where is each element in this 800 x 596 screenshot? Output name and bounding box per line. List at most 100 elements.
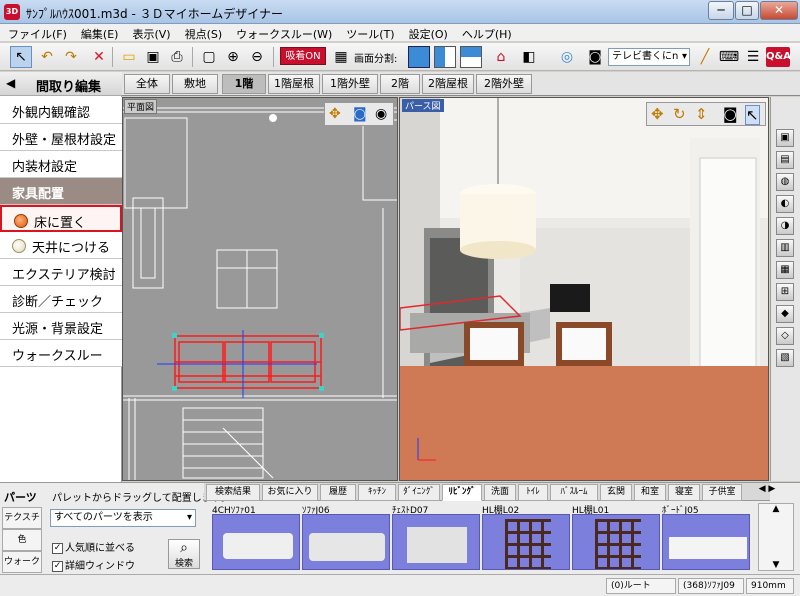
split-horizontal-icon[interactable]: [460, 46, 482, 68]
fit-camera-icon[interactable]: ◙: [723, 105, 738, 123]
fit-view-icon[interactable]: ▢: [198, 46, 220, 68]
tab-site[interactable]: 敷地: [172, 74, 218, 94]
popular-sort-checkbox[interactable]: ✓ 人気順に並べる: [52, 539, 135, 554]
list-icon[interactable]: ☰: [742, 46, 764, 68]
mode-3-icon[interactable]: ◍: [776, 173, 794, 191]
menu-exterior-interior-check[interactable]: 外観内観確認: [0, 97, 122, 124]
tab-floor1-wall[interactable]: 1階外壁: [322, 74, 378, 94]
mode-9-icon[interactable]: ◆: [776, 305, 794, 323]
tab-toilet[interactable]: ﾄｲﾚ: [518, 484, 548, 501]
camera-rotate-icon[interactable]: ◉: [375, 106, 387, 122]
menu-diagnosis-check[interactable]: 診断／チェック: [0, 286, 122, 313]
measure-icon[interactable]: ╱: [694, 46, 716, 68]
maximize-button[interactable]: □: [735, 1, 759, 20]
qa-button[interactable]: Q&A: [766, 47, 791, 67]
tab-washroom[interactable]: 洗面: [484, 484, 516, 501]
menu-walkthrough[interactable]: ウォークスルー(W): [228, 24, 338, 42]
menu-walkthrough[interactable]: ウォークスルー: [0, 340, 122, 367]
menu-settings[interactable]: 設定(O): [401, 24, 454, 42]
mode-11-icon[interactable]: ▧: [776, 349, 794, 367]
menu-file[interactable]: ファイル(F): [0, 24, 73, 42]
menu-wall-roof-material[interactable]: 外壁・屋根材設定: [0, 124, 122, 151]
perspective-view[interactable]: パース図 ✥ ↻ ⇕ ◙ ↖: [399, 97, 769, 481]
pointer-icon[interactable]: ↖: [745, 105, 760, 125]
menu-help[interactable]: ヘルプ(H): [454, 24, 518, 42]
part-item[interactable]: HL棚L02: [482, 503, 572, 571]
parts-filter-select[interactable]: すべてのパーツを表示: [50, 509, 196, 527]
detail-window-checkbox[interactable]: ✓ 詳細ウィンドウ: [52, 557, 135, 572]
delete-icon[interactable]: ✕: [88, 46, 110, 68]
tab-floor2-roof[interactable]: 2階屋根: [422, 74, 474, 94]
snap-toggle-button[interactable]: 吸着ON: [280, 47, 326, 65]
split-single-icon[interactable]: [408, 46, 430, 68]
keyboard-icon[interactable]: ⌨: [718, 46, 740, 68]
tab-bathroom[interactable]: ﾊﾞｽﾙｰﾑ: [550, 484, 598, 501]
search-button[interactable]: ⌕ 検索: [168, 539, 200, 569]
tab-floor1-roof[interactable]: 1階屋根: [268, 74, 320, 94]
parts-scrollbar[interactable]: ▲ ▼: [758, 503, 794, 571]
orbit-icon[interactable]: ↻: [673, 105, 686, 123]
tab-bedroom[interactable]: 寝室: [668, 484, 700, 501]
category-scroll[interactable]: ◀ ▶: [752, 484, 782, 501]
menu-view[interactable]: 表示(V): [124, 24, 176, 42]
tab-floor1[interactable]: 1階: [222, 74, 266, 94]
tab-history[interactable]: 履歴: [320, 484, 356, 501]
tab-dining[interactable]: ﾀﾞｲﾆﾝｸﾞ: [398, 484, 440, 501]
redo-icon[interactable]: ↷: [60, 46, 82, 68]
tab-japanese-room[interactable]: 和室: [634, 484, 666, 501]
perspective-render[interactable]: [400, 98, 769, 481]
grid-icon[interactable]: ▦: [330, 46, 352, 68]
split-vertical-icon[interactable]: [434, 46, 456, 68]
print-icon[interactable]: ⎙: [166, 46, 188, 68]
menu-light-background[interactable]: 光源・背景設定: [0, 313, 122, 340]
minimize-button[interactable]: ─: [708, 1, 734, 20]
view-preset-select[interactable]: テレビ書くにn: [608, 48, 690, 66]
tab-floor2-wall[interactable]: 2階外壁: [476, 74, 532, 94]
menu-interior-material[interactable]: 内装材設定: [0, 151, 122, 178]
menu-viewpoint[interactable]: 視点(S): [177, 24, 229, 42]
tab-all[interactable]: 全体: [124, 74, 170, 94]
tab-favorites[interactable]: お気に入り: [262, 484, 318, 501]
camera-icon[interactable]: ◙: [584, 46, 606, 68]
part-item[interactable]: ﾎﾞｰﾄﾞJ05: [662, 503, 752, 571]
mode-7-icon[interactable]: ▦: [776, 261, 794, 279]
menu-exterior[interactable]: エクステリア検討: [0, 259, 122, 286]
save-icon[interactable]: ▣: [142, 46, 164, 68]
mode-6-icon[interactable]: ▥: [776, 239, 794, 257]
mode-header[interactable]: ◀ 間取り編集: [0, 72, 122, 96]
walk-tab[interactable]: ウォーク: [2, 551, 42, 573]
zoom-in-icon[interactable]: ⊕: [222, 46, 244, 68]
tab-entrance[interactable]: 玄関: [600, 484, 632, 501]
cube-view-icon[interactable]: ◧: [518, 46, 540, 68]
floor-plan-drawing[interactable]: [123, 98, 398, 481]
mode-4-icon[interactable]: ◐: [776, 195, 794, 213]
mode-10-icon[interactable]: ◇: [776, 327, 794, 345]
part-item[interactable]: 4CHｿﾌｧ01: [212, 503, 302, 571]
part-item[interactable]: ﾁｪｽﾄD07: [392, 503, 482, 571]
mode-2-icon[interactable]: ▤: [776, 151, 794, 169]
menu-tools[interactable]: ツール(T): [338, 24, 400, 42]
undo-icon[interactable]: ↶: [36, 46, 58, 68]
plan-view[interactable]: 平面図 ✥ ◙ ◉: [122, 97, 398, 481]
radio-attach-ceiling[interactable]: 天井につける: [0, 232, 122, 259]
back-arrow-icon[interactable]: ◀: [6, 76, 15, 90]
part-item[interactable]: ｿﾌｧJ06: [302, 503, 392, 571]
mode-8-icon[interactable]: ⊞: [776, 283, 794, 301]
tab-search-results[interactable]: 検索結果: [206, 484, 260, 501]
dolly-icon[interactable]: ⇕: [695, 105, 708, 123]
tab-floor2[interactable]: 2階: [380, 74, 420, 94]
tab-kitchen[interactable]: ｷｯﾁﾝ: [358, 484, 396, 501]
open-folder-icon[interactable]: ▭: [118, 46, 140, 68]
scroll-up-icon[interactable]: ▲: [759, 504, 793, 514]
mode-5-icon[interactable]: ◑: [776, 217, 794, 235]
camera-place-icon[interactable]: ◙: [353, 106, 367, 122]
target-icon[interactable]: ◎: [556, 46, 578, 68]
parts-tab[interactable]: パーツ: [4, 489, 37, 505]
color-tab[interactable]: 色: [2, 529, 42, 551]
texture-tab[interactable]: テクスチャ: [2, 507, 42, 543]
mode-1-icon[interactable]: ▣: [776, 129, 794, 147]
radio-place-on-floor[interactable]: 床に置く: [0, 205, 122, 232]
tab-living[interactable]: ﾘﾋﾞﾝｸﾞ: [442, 484, 482, 501]
part-item[interactable]: HL棚L01: [572, 503, 662, 571]
zoom-out-icon[interactable]: ⊖: [246, 46, 268, 68]
